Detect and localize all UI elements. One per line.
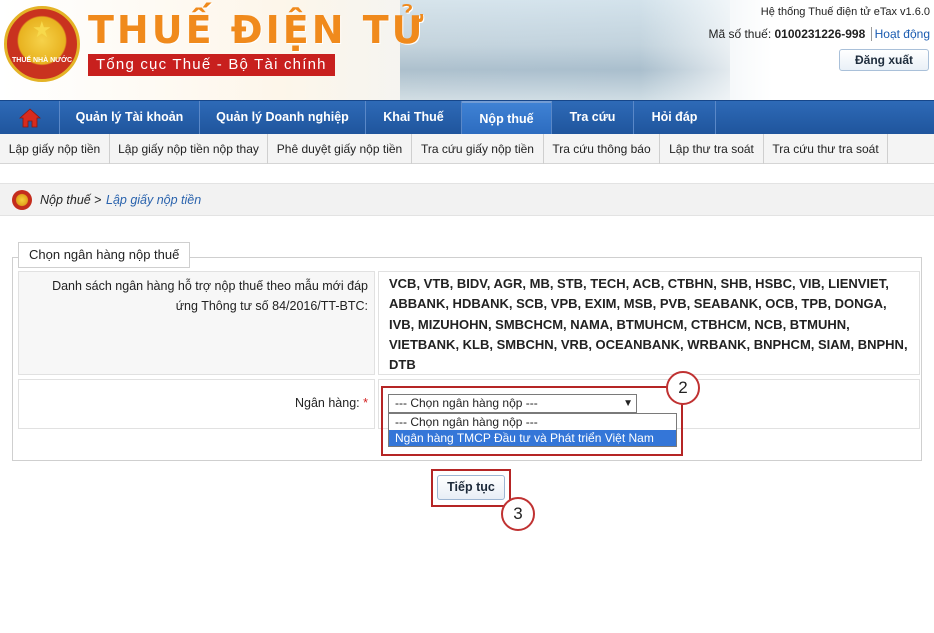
activity-link[interactable]: Hoạt động bbox=[870, 27, 930, 41]
fieldset-legend: Chọn ngân hàng nộp thuế bbox=[18, 242, 191, 268]
step-3-badge: 3 bbox=[501, 497, 535, 531]
continue-button[interactable]: Tiếp tục bbox=[437, 475, 505, 500]
system-name: Hệ thống Thuế điện tử eTax v1.6.0 bbox=[760, 6, 930, 18]
tax-id-value: 0100231226-998 bbox=[774, 27, 866, 41]
star-icon: ★ bbox=[32, 17, 52, 42]
nav-lookup[interactable]: Tra cứu bbox=[552, 101, 634, 135]
banks-row: Danh sách ngân hàng hỗ trợ nộp thuế theo… bbox=[14, 271, 920, 375]
subnav-search-inquiry[interactable]: Tra cứu thư tra soát bbox=[764, 134, 888, 164]
tax-id-label: Mã số thuế: bbox=[708, 27, 772, 41]
nav-faq[interactable]: Hỏi đáp bbox=[634, 101, 716, 135]
nav-tax-declaration[interactable]: Khai Thuế bbox=[366, 101, 462, 135]
banks-label: Danh sách ngân hàng hỗ trợ nộp thuế theo… bbox=[18, 271, 375, 375]
required-mark: * bbox=[363, 396, 368, 410]
subnav-search-notice[interactable]: Tra cứu thông báo bbox=[544, 134, 660, 164]
nav-business-management[interactable]: Quản lý Doanh nghiệp bbox=[200, 101, 366, 135]
header-banner: ★ THUẾ NHÀ NƯỚC THUẾ ĐIỆN TỬ Tổng cục Th… bbox=[0, 0, 934, 100]
emblem-text: THUẾ NHÀ NƯỚC bbox=[12, 57, 72, 64]
subnav-approve-payment[interactable]: Phê duyệt giấy nộp tiền bbox=[268, 134, 412, 164]
breadcrumb-current: Lập giấy nộp tiền bbox=[106, 193, 202, 207]
brand-subtitle: Tổng cục Thuế - Bộ Tài chính bbox=[88, 54, 335, 76]
nav-tax-payment[interactable]: Nộp thuế bbox=[462, 101, 552, 135]
breadcrumb-parent[interactable]: Nộp thuế bbox=[40, 193, 91, 207]
step-2-badge: 2 bbox=[666, 371, 700, 405]
breadcrumb-separator: > bbox=[94, 193, 102, 207]
tax-id-line: Mã số thuế: 0100231226-998 Hoạt động bbox=[708, 27, 930, 41]
breadcrumb: Nộp thuế > Lập giấy nộp tiền bbox=[0, 183, 934, 216]
brand-title: THUẾ ĐIỆN TỬ bbox=[88, 8, 427, 52]
subnav-create-inquiry[interactable]: Lập thư tra soát bbox=[660, 134, 764, 164]
subnav-create-payment[interactable]: Lập giấy nộp tiền bbox=[0, 134, 110, 164]
home-icon bbox=[18, 108, 41, 128]
bank-field-label: Ngân hàng: bbox=[295, 396, 360, 410]
tax-emblem-logo: ★ THUẾ NHÀ NƯỚC bbox=[4, 6, 80, 82]
logout-button[interactable]: Đăng xuất bbox=[839, 49, 929, 71]
subnav-create-payment-proxy[interactable]: Lập giấy nộp tiền nộp thay bbox=[110, 134, 268, 164]
main-nav: Quản lý Tài khoản Quản lý Doanh nghiệp K… bbox=[0, 100, 934, 135]
step-2-highlight bbox=[381, 386, 683, 456]
tax-emblem-icon bbox=[12, 190, 32, 210]
sub-nav: Lập giấy nộp tiền Lập giấy nộp tiền nộp … bbox=[0, 134, 934, 164]
subnav-search-payment[interactable]: Tra cứu giấy nộp tiền bbox=[412, 134, 544, 164]
home-button[interactable] bbox=[0, 101, 60, 135]
nav-account-management[interactable]: Quản lý Tài khoản bbox=[60, 101, 200, 135]
banks-list: VCB, VTB, BIDV, AGR, MB, STB, TECH, ACB,… bbox=[378, 271, 920, 375]
bank-field-label-cell: Ngân hàng: * bbox=[18, 379, 375, 429]
